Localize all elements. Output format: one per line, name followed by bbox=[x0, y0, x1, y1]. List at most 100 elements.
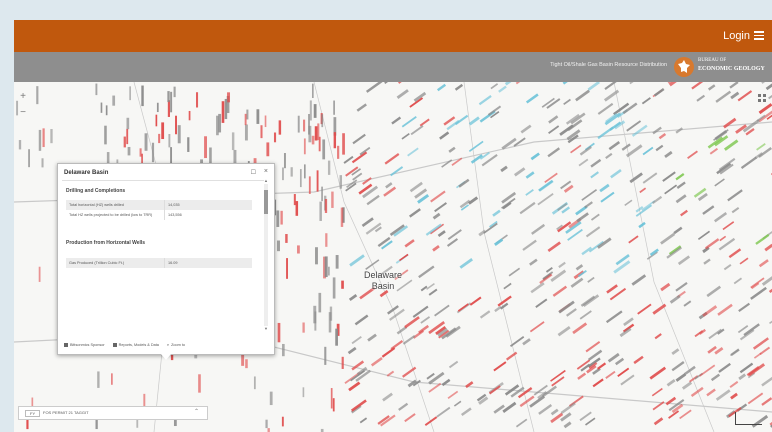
well-lateral bbox=[570, 144, 582, 154]
well-lateral bbox=[750, 277, 765, 289]
well-lateral bbox=[535, 298, 548, 308]
login-link[interactable]: Login bbox=[723, 30, 750, 42]
well-lateral bbox=[498, 85, 507, 93]
well-lateral bbox=[723, 263, 732, 271]
well-lateral bbox=[519, 201, 536, 215]
well-lateral bbox=[707, 84, 716, 91]
well-lateral bbox=[649, 366, 667, 380]
well-lateral bbox=[713, 212, 728, 223]
well-lateral bbox=[548, 115, 559, 124]
well-lateral bbox=[563, 421, 572, 429]
well-lateral bbox=[447, 390, 459, 400]
map-label-basin: Delaware Basin bbox=[364, 270, 402, 292]
well-lateral bbox=[488, 385, 501, 395]
well-lateral bbox=[575, 89, 590, 102]
well-lateral bbox=[651, 387, 663, 397]
well-lateral bbox=[730, 91, 740, 100]
well-lateral bbox=[508, 267, 521, 277]
search-prefix-button[interactable]: FY bbox=[25, 410, 41, 417]
row-label: Total horizontal (HZ) wells drilled bbox=[66, 200, 165, 210]
well-lateral bbox=[664, 184, 678, 195]
search-bar[interactable]: FY FOS PERMIT 21 TAGGIT ⌃ bbox=[18, 406, 208, 420]
well-lateral bbox=[401, 115, 417, 128]
popup-actions: Bittsonmics Sponsor Reports, Models & Da… bbox=[64, 341, 185, 349]
well-lateral bbox=[354, 314, 369, 326]
well-lateral bbox=[398, 82, 402, 84]
well-lateral bbox=[708, 328, 722, 340]
scrollbar-thumb[interactable] bbox=[264, 190, 268, 214]
table-row: Total HZ wells projected to be drilled (… bbox=[66, 210, 252, 220]
well-lateral bbox=[459, 258, 473, 269]
beg-logo[interactable]: BUREAU OF ECONOMIC GEOLOGY bbox=[672, 55, 766, 79]
well-lateral bbox=[420, 285, 428, 292]
chevron-up-icon[interactable]: ⌃ bbox=[194, 408, 199, 415]
well-lateral bbox=[396, 326, 408, 335]
well-lateral bbox=[590, 171, 599, 179]
well-lateral bbox=[529, 321, 545, 333]
well-lateral bbox=[768, 94, 772, 100]
well-lateral bbox=[653, 417, 664, 426]
well-lateral bbox=[666, 378, 676, 387]
layer-list-icon[interactable] bbox=[758, 94, 766, 102]
well-lateral bbox=[520, 124, 532, 134]
well-lateral bbox=[679, 409, 692, 420]
well-lateral bbox=[457, 303, 469, 312]
well-lateral bbox=[761, 376, 772, 387]
well-lateral bbox=[590, 213, 600, 221]
well-lateral bbox=[577, 372, 587, 380]
well-lateral bbox=[348, 293, 358, 302]
well-lateral bbox=[629, 82, 634, 85]
well-lateral bbox=[652, 303, 667, 315]
well-lateral bbox=[504, 82, 512, 86]
well-lateral bbox=[658, 133, 667, 140]
well-lateral bbox=[561, 206, 571, 214]
well-lateral bbox=[428, 382, 442, 393]
well-lateral bbox=[604, 112, 621, 126]
well-lateral bbox=[638, 221, 646, 229]
well-lateral bbox=[605, 370, 616, 379]
well-lateral bbox=[603, 89, 620, 102]
popup-content[interactable]: Drilling and Completions Total horizonta… bbox=[62, 180, 264, 333]
well-lateral bbox=[722, 221, 735, 231]
section-title: Drilling and Completions bbox=[66, 188, 126, 194]
well-lateral bbox=[761, 397, 772, 406]
hamburger-menu-icon[interactable] bbox=[754, 31, 764, 40]
well-lateral bbox=[399, 253, 409, 262]
table-row: Gas Produced (Trillion Cubic Ft.) 16.09 bbox=[66, 258, 252, 268]
reports-action[interactable]: Reports, Models & Data bbox=[112, 343, 159, 347]
well-lateral bbox=[497, 295, 512, 307]
well-lateral bbox=[714, 346, 724, 355]
sponsor-action[interactable]: Bittsonmics Sponsor bbox=[64, 343, 105, 347]
row-value: 14,035 bbox=[164, 200, 252, 210]
well-lateral bbox=[684, 365, 696, 376]
well-lateral bbox=[537, 193, 554, 206]
well-lateral bbox=[719, 235, 727, 242]
well-lateral bbox=[425, 223, 442, 236]
sub-header: Tight Oil/Shale Gas Basin Resource Distr… bbox=[14, 52, 772, 82]
well-lateral bbox=[599, 183, 610, 193]
maximize-icon[interactable]: ☐ bbox=[251, 169, 256, 176]
well-lateral bbox=[563, 98, 571, 106]
well-lateral bbox=[733, 277, 743, 285]
well-lateral bbox=[492, 209, 501, 217]
well-lateral bbox=[617, 367, 630, 377]
well-lateral bbox=[707, 345, 717, 354]
zoom-out-button[interactable]: − bbox=[18, 108, 28, 118]
well-lateral bbox=[610, 168, 622, 179]
well-lateral bbox=[546, 98, 561, 109]
well-lateral bbox=[550, 369, 566, 382]
search-input[interactable]: FOS PERMIT 21 TAGGIT bbox=[43, 410, 89, 415]
well-lateral bbox=[579, 310, 592, 320]
close-icon[interactable]: × bbox=[264, 168, 268, 175]
well-lateral bbox=[702, 305, 718, 317]
well-lateral bbox=[428, 288, 438, 296]
scroll-up-icon[interactable]: ▲ bbox=[264, 178, 268, 183]
well-lateral bbox=[671, 348, 680, 356]
scroll-down-icon[interactable]: ▼ bbox=[264, 326, 268, 331]
well-lateral bbox=[585, 417, 596, 426]
zoom-in-button[interactable]: + bbox=[18, 92, 28, 102]
popup-scrollbar[interactable] bbox=[264, 184, 268, 326]
well-lateral bbox=[384, 82, 389, 84]
well-lateral bbox=[547, 147, 561, 158]
zoom-to-action[interactable]: ⌕ Zoom to bbox=[167, 343, 185, 347]
